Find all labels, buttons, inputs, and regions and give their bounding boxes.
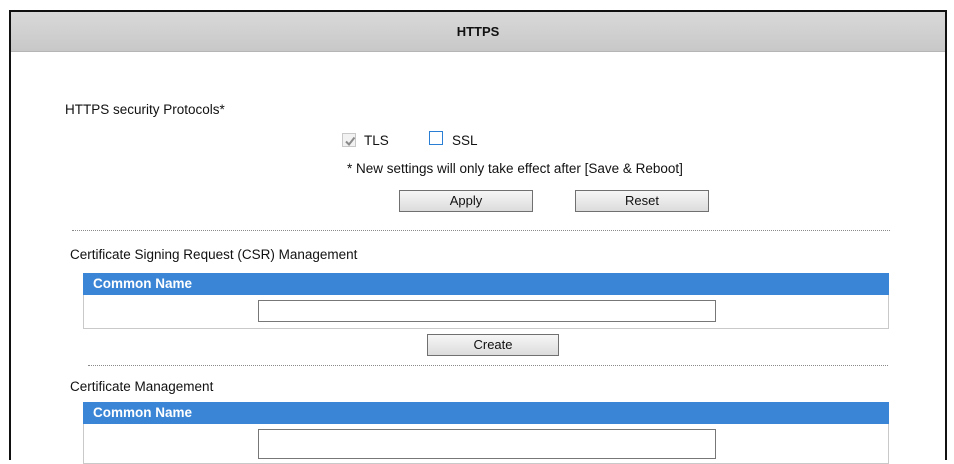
ssl-checkbox[interactable]	[429, 131, 443, 145]
tls-checkbox[interactable]	[342, 133, 356, 147]
checkmark-icon	[345, 136, 356, 147]
page-title: HTTPS	[11, 12, 945, 52]
reboot-note: * New settings will only take effect aft…	[347, 161, 683, 176]
tls-label[interactable]: TLS	[364, 133, 389, 148]
https-panel: HTTPS HTTPS security Protocols* TLS SSL …	[9, 10, 947, 464]
certificate-heading: Certificate Management	[70, 379, 214, 394]
certificate-table-header: Common Name	[83, 402, 889, 424]
certificate-common-name-input[interactable]	[258, 429, 716, 459]
csr-heading: Certificate Signing Request (CSR) Manage…	[70, 247, 358, 262]
create-button[interactable]: Create	[427, 334, 559, 356]
ssl-label[interactable]: SSL	[452, 133, 478, 148]
reset-button[interactable]: Reset	[575, 190, 709, 212]
apply-button[interactable]: Apply	[399, 190, 533, 212]
csr-table-header: Common Name	[83, 273, 889, 295]
section-divider	[72, 230, 890, 231]
csr-common-name-input[interactable]	[258, 300, 716, 322]
protocols-heading: HTTPS security Protocols*	[65, 102, 225, 117]
section-divider	[88, 365, 888, 366]
